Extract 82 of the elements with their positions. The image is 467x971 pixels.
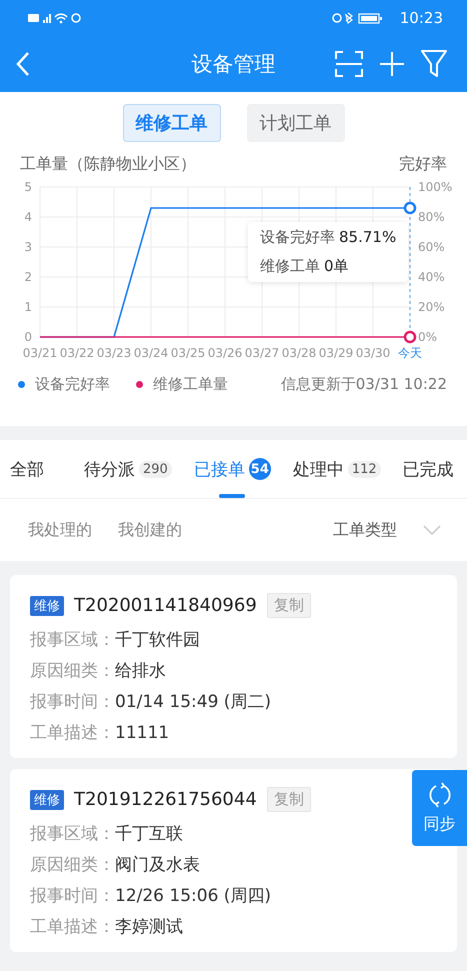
tooltip-label: 维修工单	[260, 257, 320, 276]
order-number: T201912261756044	[74, 789, 257, 810]
count-badge: 290	[139, 460, 172, 478]
axis-label: 2	[24, 270, 32, 284]
axis-label: 40%	[418, 270, 445, 284]
scan-icon[interactable]	[335, 51, 363, 77]
status-tab[interactable]: 全部	[10, 440, 44, 498]
axis-label: 1	[24, 300, 32, 314]
field-label: 原因细类：	[30, 660, 115, 682]
field-value: 01/14 15:49 (周二)	[115, 691, 272, 713]
axis-label: 03/27	[244, 346, 280, 360]
field-value: 千丁软件园	[115, 629, 200, 651]
axis-label: 20%	[418, 300, 445, 314]
tooltip-value: 0单	[324, 257, 349, 276]
field-value: 给排水	[115, 660, 166, 682]
field-label: 工单描述：	[30, 722, 115, 744]
axis-title: 工单量（陈静物业小区）	[20, 154, 196, 175]
axis-label: 100%	[418, 180, 452, 194]
refresh-icon	[426, 782, 452, 808]
tab-label: 处理中	[292, 458, 344, 480]
field-value: 阀门及水表	[115, 854, 200, 876]
sync-button[interactable]: 同步	[412, 770, 467, 846]
axis-label: 03/26	[208, 346, 242, 360]
tooltip-value: 85.71%	[339, 228, 396, 247]
axis-label: 0%	[418, 330, 438, 344]
tab-label: 全部	[10, 458, 44, 480]
status-tab[interactable]: 处理中 112	[292, 440, 381, 498]
field-value: 12/26 15:06 (周四)	[115, 885, 272, 907]
clock: 10:23	[400, 9, 443, 27]
axis-label: 60%	[418, 240, 445, 254]
axis-label: 03/22	[60, 346, 94, 360]
tab-label: 待分派	[84, 458, 135, 480]
field-label: 报事区域：	[30, 823, 115, 845]
type-tag: 维修	[30, 790, 64, 810]
tab-label: 已接单	[194, 458, 245, 480]
order-card[interactable]: 维修 T202001141840969 复制 报事区域：千丁软件园 原因细类：给排水 报事时间：01/14 15:49 (周二) 工单描述：11111	[10, 575, 457, 758]
field-label: 报事时间：	[30, 885, 115, 907]
filter-icon[interactable]	[421, 50, 447, 78]
order-number: T202001141840969	[74, 595, 257, 616]
filter-option[interactable]: 我处理的	[28, 520, 92, 540]
field-label: 原因细类：	[30, 854, 115, 876]
count-badge: 112	[348, 460, 381, 478]
field-value: 11111	[115, 722, 170, 744]
tab-underline	[219, 494, 246, 498]
back-icon[interactable]	[16, 51, 30, 77]
field-value: 千丁互联	[115, 823, 183, 845]
status-tab[interactable]: 已完成	[402, 440, 454, 498]
update-time: 信息更新于03/31 10:22	[280, 375, 447, 394]
toggle-tab[interactable]: 计划工单	[246, 104, 344, 142]
field-value: 李婷测试	[115, 916, 183, 938]
axis-label: 80%	[418, 210, 445, 224]
field-label: 报事时间：	[30, 691, 115, 713]
add-icon[interactable]	[379, 51, 405, 77]
axis-label: 今天	[398, 346, 422, 360]
data-point	[404, 202, 416, 214]
axis-label: 03/21	[22, 346, 58, 360]
status-tab[interactable]: 待分派 290	[84, 440, 172, 498]
field-label: 报事区域：	[30, 629, 115, 651]
axis-label: 03/23	[96, 346, 132, 360]
axis-label: 4	[24, 210, 32, 224]
legend-label: 设备完好率	[35, 375, 110, 394]
axis-label: 03/30	[356, 346, 390, 360]
axis-label: 03/25	[170, 346, 206, 360]
type-tag: 维修	[30, 596, 64, 616]
count-badge: 54	[248, 458, 271, 480]
status-tab[interactable]: 已接单 54	[194, 440, 271, 498]
tab-label: 已完成	[402, 458, 454, 480]
axis-label: 03/24	[134, 346, 168, 360]
axis-title: 完好率	[399, 154, 447, 175]
filter-option[interactable]: 我创建的	[118, 520, 182, 540]
tooltip-label: 设备完好率	[260, 228, 335, 247]
axis-label: 0	[24, 330, 32, 344]
toggle-tab[interactable]: 维修工单	[122, 104, 220, 142]
field-label: 工单描述：	[30, 916, 115, 938]
type-filter[interactable]: 工单类型	[333, 520, 397, 540]
legend-label: 维修工单量	[153, 375, 228, 394]
axis-label: 03/29	[318, 346, 354, 360]
axis-label: 3	[24, 240, 32, 254]
axis-label: 5	[24, 180, 32, 194]
data-point	[404, 330, 416, 344]
page-title: 设备管理	[192, 51, 276, 78]
axis-label: 03/28	[282, 346, 316, 360]
